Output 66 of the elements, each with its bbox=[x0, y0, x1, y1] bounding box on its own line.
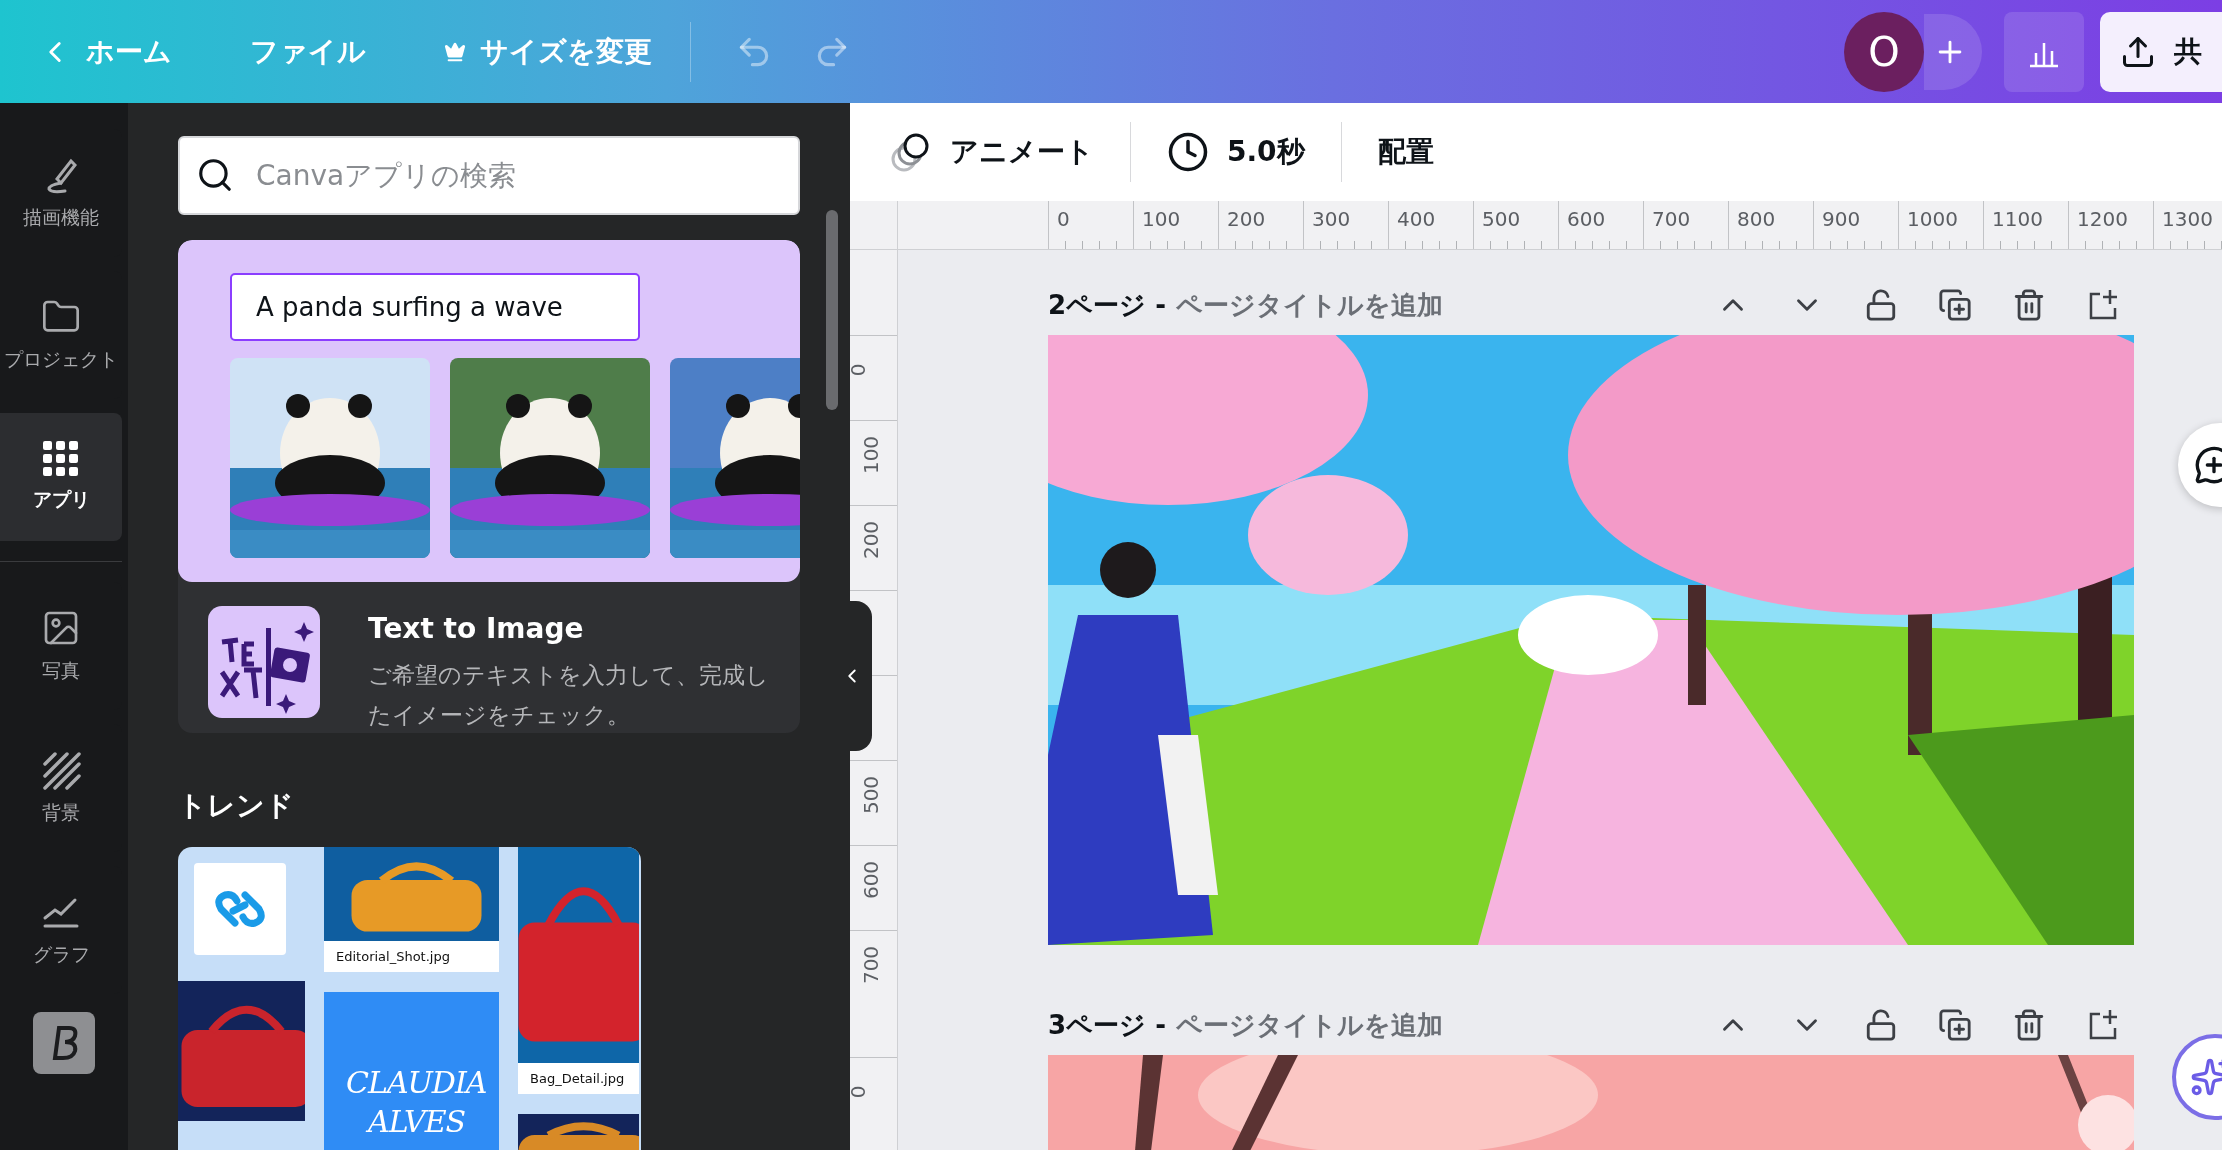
ruler-label: 1200 bbox=[2077, 207, 2128, 231]
crown-icon bbox=[444, 40, 466, 63]
apps-grid-icon bbox=[43, 441, 79, 477]
app-description: ご希望のテキストを入力して、完成したイメージをチェック。 bbox=[368, 661, 770, 730]
ruler-label: 500 bbox=[859, 775, 884, 815]
ruler-label: 100 bbox=[1142, 207, 1181, 231]
ruler-label: 1300 bbox=[2162, 207, 2213, 231]
ruler-label: 0 bbox=[1057, 207, 1070, 231]
ruler-label: 200 bbox=[1227, 207, 1266, 231]
ruler-label: 100 bbox=[859, 435, 884, 475]
ruler-label: 600 bbox=[1567, 207, 1606, 231]
copy-plus-icon bbox=[1938, 288, 1972, 322]
copy-plus-icon bbox=[1938, 1008, 1972, 1042]
brand-app-icon[interactable] bbox=[33, 1012, 95, 1074]
diagonal-stripes-icon bbox=[41, 750, 81, 790]
trend-collage[interactable]: Editorial_Shot.jpg CLAUDIA ALVES Bag_Detail.jpg bbox=[178, 847, 641, 1150]
ruler-label: 700 bbox=[1652, 207, 1691, 231]
page-number: 2ページ - bbox=[1048, 288, 1166, 322]
clock-icon bbox=[1167, 131, 1209, 173]
ruler-label: 800 bbox=[1737, 207, 1776, 231]
ruler-label: 900 bbox=[1822, 207, 1861, 231]
delete-button[interactable] bbox=[2012, 1008, 2046, 1042]
section-heading: トレンド bbox=[178, 788, 295, 825]
ruler-label: 700 bbox=[859, 945, 884, 985]
toolbar-button[interactable]: 配置 bbox=[1365, 125, 1446, 179]
lock-button[interactable] bbox=[1864, 1008, 1898, 1042]
page-title-placeholder[interactable]: ページタイトルを追加 bbox=[1175, 287, 1443, 323]
sidebar-item[interactable]: アプリ bbox=[0, 413, 122, 541]
trash-icon bbox=[2012, 1008, 2046, 1042]
ruler-label: 400 bbox=[1397, 207, 1436, 231]
search-icon bbox=[196, 156, 234, 194]
scrollbar[interactable] bbox=[826, 210, 838, 410]
ruler-label: 0 bbox=[850, 363, 871, 377]
brand-name: ALVES bbox=[346, 1104, 499, 1140]
search-field[interactable]: Canvaアプリの検索 bbox=[178, 136, 800, 215]
ruler-label: 1100 bbox=[1992, 207, 2043, 231]
ruler-label: 300 bbox=[1312, 207, 1351, 231]
add-people-button[interactable] bbox=[1924, 13, 1982, 90]
ruler-label: 1000 bbox=[1907, 207, 1958, 231]
unlocked-icon bbox=[1864, 1008, 1898, 1042]
app-title: Text to Image bbox=[368, 612, 585, 645]
ruler-label: 500 bbox=[1482, 207, 1521, 231]
comment-plus-icon bbox=[2194, 445, 2222, 485]
prompt-field[interactable]: A panda surfing a wave bbox=[230, 273, 640, 341]
toolbar-button[interactable]: 5.0秒 bbox=[1155, 123, 1317, 181]
app-card[interactable]: A panda surfing a wave Text to Image ご希望のテキストを入力して、完成したイメージをチェック。 bbox=[178, 240, 800, 734]
share-button[interactable]: 共 bbox=[2100, 11, 2222, 92]
ruler-label: 600 bbox=[859, 860, 884, 900]
file-caption: Bag_Detail.jpg bbox=[518, 1063, 639, 1095]
file-caption: Editorial_Shot.jpg bbox=[324, 941, 499, 973]
page-number: 3ページ - bbox=[1048, 1008, 1166, 1042]
ruler-label: 0 bbox=[850, 1085, 871, 1099]
lock-button[interactable] bbox=[1864, 288, 1898, 322]
insights-button[interactable] bbox=[2004, 11, 2084, 92]
link-heart-icon bbox=[215, 889, 265, 930]
toolbar-button[interactable]: アニメート bbox=[878, 123, 1106, 181]
page-title-placeholder[interactable]: ページタイトルを追加 bbox=[1175, 1007, 1443, 1043]
unlocked-icon bbox=[1864, 288, 1898, 322]
sparkles-icon bbox=[2190, 1057, 2222, 1097]
duplicate-button[interactable] bbox=[1938, 1008, 1972, 1042]
trash-icon bbox=[2012, 288, 2046, 322]
delete-button[interactable] bbox=[2012, 288, 2046, 322]
user-avatar[interactable]: O bbox=[1844, 11, 1924, 92]
ruler-label: 200 bbox=[859, 520, 884, 560]
brand-name: CLAUDIA bbox=[346, 1065, 488, 1101]
duplicate-button[interactable] bbox=[1938, 288, 1972, 322]
